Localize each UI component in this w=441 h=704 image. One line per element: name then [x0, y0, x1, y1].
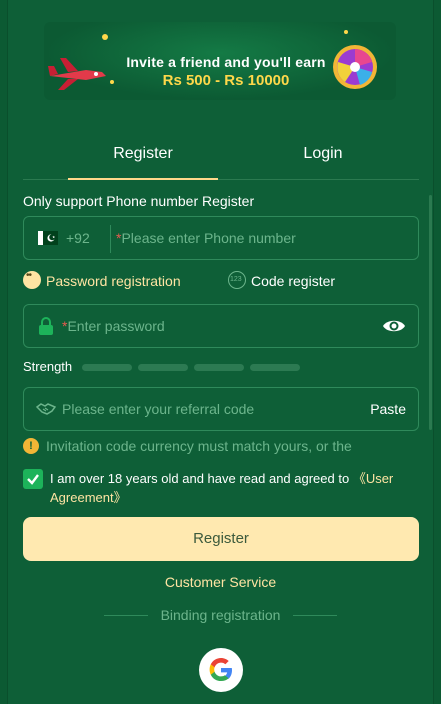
- invite-banner[interactable]: Invite a friend and you'll earn Rs 500 -…: [44, 22, 396, 100]
- paste-button[interactable]: Paste: [370, 401, 406, 417]
- code-123-icon: [228, 271, 246, 289]
- phone-placeholder: Please enter Phone number: [121, 230, 296, 246]
- checkmark-icon: [27, 474, 39, 485]
- agreement-label: I am over 18 years old and have read and…: [50, 471, 353, 486]
- password-placeholder: Enter password: [67, 318, 165, 334]
- strength-bar: [82, 364, 132, 371]
- referral-field[interactable]: Please enter your referral code Paste: [23, 387, 419, 431]
- google-icon: [209, 658, 232, 681]
- airplane-icon: [48, 58, 106, 90]
- pakistan-flag-icon: [38, 231, 58, 245]
- sparkle-icon: [110, 80, 114, 84]
- strength-label: Strength: [23, 359, 73, 374]
- tab-login[interactable]: Login: [248, 138, 398, 180]
- strength-bar: [250, 364, 300, 371]
- phone-only-notice: Only support Phone number Register: [23, 193, 255, 209]
- register-panel: [7, 0, 434, 704]
- referral-input[interactable]: Please enter your referral code: [62, 401, 254, 417]
- password-registration-label: Password registration: [46, 273, 181, 289]
- auth-tabs: Register Login: [23, 138, 419, 180]
- active-tab-indicator: [68, 178, 218, 180]
- strength-bar: [194, 364, 244, 371]
- sparkle-icon: [344, 30, 348, 34]
- divider: [110, 225, 111, 253]
- banner-amount: Rs 500 - Rs 10000: [162, 72, 290, 89]
- divider-right: [293, 615, 337, 616]
- lock-icon: [39, 317, 53, 335]
- agree-checkbox[interactable]: [23, 469, 43, 489]
- agreement-text: I am over 18 years old and have read and…: [50, 469, 418, 507]
- register-button[interactable]: Register: [23, 517, 419, 561]
- prize-wheel-icon: [333, 45, 377, 89]
- warning-icon: !: [23, 438, 39, 454]
- binding-registration-label: Binding registration: [160, 607, 281, 623]
- password-dots-icon: [23, 270, 41, 289]
- handshake-icon: [36, 403, 56, 415]
- eye-icon[interactable]: [382, 317, 406, 335]
- scrollbar[interactable]: [429, 195, 432, 430]
- country-code[interactable]: +92: [66, 230, 90, 246]
- google-signin-button[interactable]: [199, 648, 243, 692]
- sparkle-icon: [102, 34, 108, 40]
- phone-field[interactable]: +92 *Please enter Phone number: [23, 216, 419, 260]
- banner-title: Invite a friend and you'll earn: [126, 54, 326, 70]
- customer-service-link[interactable]: Customer Service: [0, 574, 441, 590]
- strength-bar: [138, 364, 188, 371]
- code-register-label: Code register: [251, 273, 336, 289]
- password-input[interactable]: *Enter password: [62, 318, 165, 334]
- password-field[interactable]: *Enter password: [23, 304, 419, 348]
- currency-notice: ! Invitation code currency must match yo…: [23, 437, 403, 457]
- agreement-row: I am over 18 years old and have read and…: [23, 467, 419, 507]
- phone-input[interactable]: *Please enter Phone number: [116, 230, 296, 246]
- tab-register[interactable]: Register: [68, 138, 218, 180]
- notice-text: Invitation code currency must match your…: [46, 438, 352, 454]
